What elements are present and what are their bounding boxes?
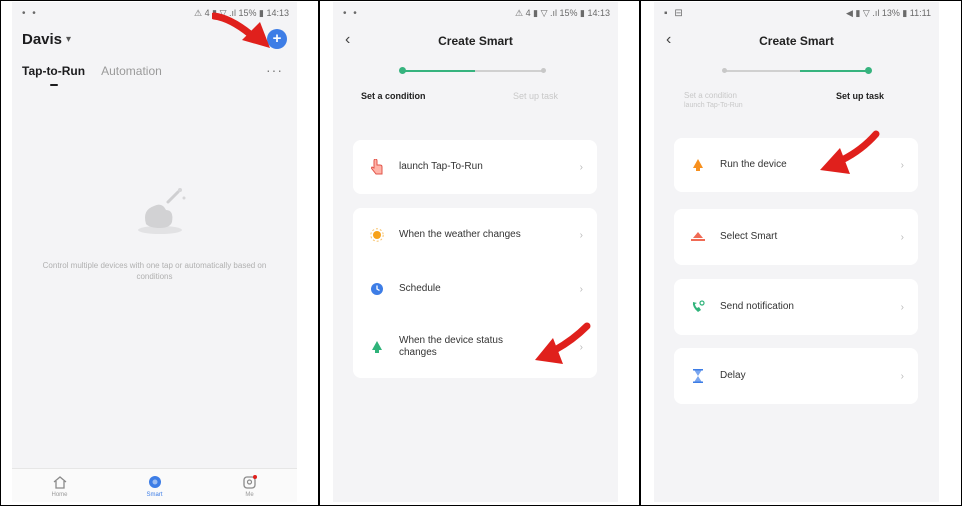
panel-divider — [639, 0, 641, 506]
step-sublabel-condition: launch Tap-To-Run — [684, 102, 743, 109]
device-icon — [369, 339, 385, 355]
row-label: Schedule — [399, 283, 441, 294]
create-smart-condition-screen: • • ⚠ 4 ▮ ▽ .ıl 15% ▮ 14:13 ‹ Create Sma… — [333, 2, 618, 502]
clock-icon — [369, 281, 385, 297]
device-icon — [690, 157, 706, 173]
condition-schedule[interactable]: Schedule › — [353, 262, 597, 316]
status-left: • • — [343, 7, 359, 19]
task-select-smart[interactable]: Select Smart › — [674, 209, 918, 265]
step-dot-active — [865, 67, 872, 74]
chevron-right-icon: › — [900, 301, 904, 313]
step-label-task: Set up task — [513, 91, 559, 101]
step-line-inactive — [724, 70, 800, 72]
chevron-right-icon: › — [579, 283, 583, 295]
row-label: Send notification — [720, 301, 794, 312]
step-dot-inactive — [541, 68, 546, 73]
task-card: Send notification › — [674, 279, 918, 335]
chevron-right-icon: › — [900, 231, 904, 243]
row-label: launch Tap-To-Run — [399, 161, 483, 172]
task-delay[interactable]: Delay › — [674, 348, 918, 404]
condition-weather[interactable]: When the weather changes › — [353, 208, 597, 262]
condition-card: launch Tap-To-Run › — [353, 140, 597, 194]
status-bar: • • ⚠ 4 ▮ ▽ .ıl 15% ▮ 14:13 — [333, 2, 618, 24]
tab-automation[interactable]: Automation — [101, 64, 162, 78]
nav-home[interactable]: Home — [30, 474, 90, 498]
step-dot-active — [399, 67, 406, 74]
home-name: Davis — [22, 30, 63, 48]
nav-label: Home — [51, 491, 68, 498]
row-label: Select Smart — [720, 231, 778, 242]
red-arrow-annotation — [212, 12, 270, 48]
status-left: • • — [22, 7, 38, 19]
header: ‹ Create Smart — [333, 24, 618, 58]
condition-launch-tap-to-run[interactable]: launch Tap-To-Run › — [353, 140, 597, 194]
nav-label: Me — [245, 491, 254, 498]
more-icon[interactable]: ··· — [266, 62, 283, 78]
page-title: Create Smart — [759, 34, 834, 48]
task-card: Delay › — [674, 348, 918, 404]
empty-state-text: Control multiple devices with one tap or… — [42, 261, 267, 281]
stepper: Set a condition Set up task — [333, 58, 618, 108]
step-dot-inactive — [722, 68, 727, 73]
chevron-right-icon: › — [900, 159, 904, 171]
status-right: ◀ ▮ ▽ .ıl 13% ▮ 11:11 — [846, 7, 931, 18]
row-label: Delay — [720, 370, 746, 381]
smart-icon — [146, 474, 164, 490]
empty-illustration-icon — [138, 188, 186, 234]
nav-smart[interactable]: Smart — [125, 474, 185, 498]
chevron-right-icon: › — [900, 370, 904, 382]
chevron-right-icon: › — [579, 161, 583, 173]
panel-divider — [318, 0, 320, 506]
step-label-task: Set up task — [836, 91, 885, 101]
bottom-nav: Home Smart Me — [12, 468, 297, 502]
step-line-inactive — [475, 70, 545, 72]
status-bar: ▪ ⊟ ◀ ▮ ▽ .ıl 13% ▮ 11:11 — [654, 2, 939, 24]
smart-home-screen: • • ⚠ 4 ▮ ▽ .ıl 15% ▮ 14:13 Davis ▾ + Ta… — [12, 2, 297, 502]
back-icon[interactable]: ‹ — [345, 31, 350, 49]
step-label-condition: Set a condition — [684, 91, 737, 100]
me-icon — [241, 474, 259, 490]
nav-me[interactable]: Me — [220, 474, 280, 498]
home-selector[interactable]: Davis ▾ — [22, 31, 71, 48]
nav-label: Smart — [146, 491, 163, 498]
smart-scene-icon — [690, 229, 706, 245]
create-smart-task-screen: ▪ ⊟ ◀ ▮ ▽ .ıl 13% ▮ 11:11 ‹ Create Smart… — [654, 2, 939, 502]
row-label: When the weather changes — [399, 229, 521, 240]
step-label-condition: Set a condition — [361, 91, 426, 101]
hand-tap-icon — [369, 159, 385, 175]
step-line-active — [401, 70, 475, 72]
red-arrow-annotation — [820, 130, 880, 174]
tab-tap-to-run[interactable]: Tap-to-Run — [22, 64, 85, 86]
step-line-active — [800, 70, 868, 72]
tab-bar: Tap-to-Run Automation ··· — [12, 54, 297, 88]
task-send-notification[interactable]: Send notification › — [674, 279, 918, 335]
chevron-down-icon: ▾ — [66, 33, 72, 45]
empty-state: Control multiple devices with one tap or… — [12, 90, 297, 468]
header: ‹ Create Smart — [654, 24, 939, 58]
status-right: ⚠ 4 ▮ ▽ .ıl 15% ▮ 14:13 — [515, 7, 610, 18]
notification-icon — [690, 299, 706, 315]
back-icon[interactable]: ‹ — [666, 31, 671, 49]
home-icon — [51, 474, 69, 490]
task-card: Select Smart › — [674, 209, 918, 265]
stepper: Set a condition launch Tap-To-Run Set up… — [654, 58, 939, 109]
hourglass-icon — [690, 368, 706, 384]
chevron-right-icon: › — [579, 229, 583, 241]
sun-icon — [369, 227, 385, 243]
red-arrow-annotation — [535, 322, 591, 364]
status-left: ▪ ⊟ — [664, 7, 685, 19]
page-title: Create Smart — [438, 34, 513, 48]
